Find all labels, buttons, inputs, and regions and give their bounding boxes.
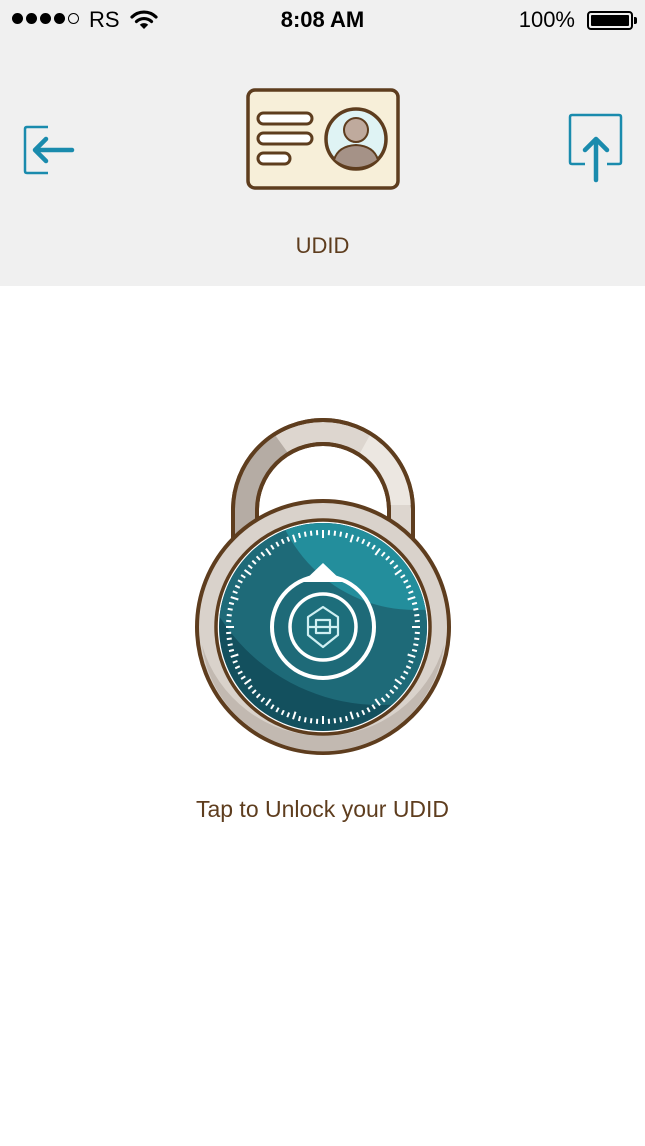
share-upload-icon (568, 113, 623, 183)
share-button[interactable] (567, 112, 625, 184)
back-button[interactable] (22, 122, 76, 178)
battery-icon (587, 11, 637, 30)
id-card-icon (246, 88, 400, 190)
combination-padlock-icon (195, 418, 451, 755)
unlock-prompt: Tap to Unlock your UDID (195, 796, 450, 822)
battery-percentage: 100% (518, 7, 575, 32)
header: UDID (0, 40, 645, 286)
app-screen: RS 8:08 AM 100% UDID Tap to Unlock your … (0, 0, 645, 1146)
back-arrow-icon (23, 125, 75, 175)
unlock-lock-button[interactable] (190, 405, 456, 761)
page-title: UDID (295, 233, 350, 258)
status-bar: RS 8:08 AM 100% (0, 0, 645, 40)
